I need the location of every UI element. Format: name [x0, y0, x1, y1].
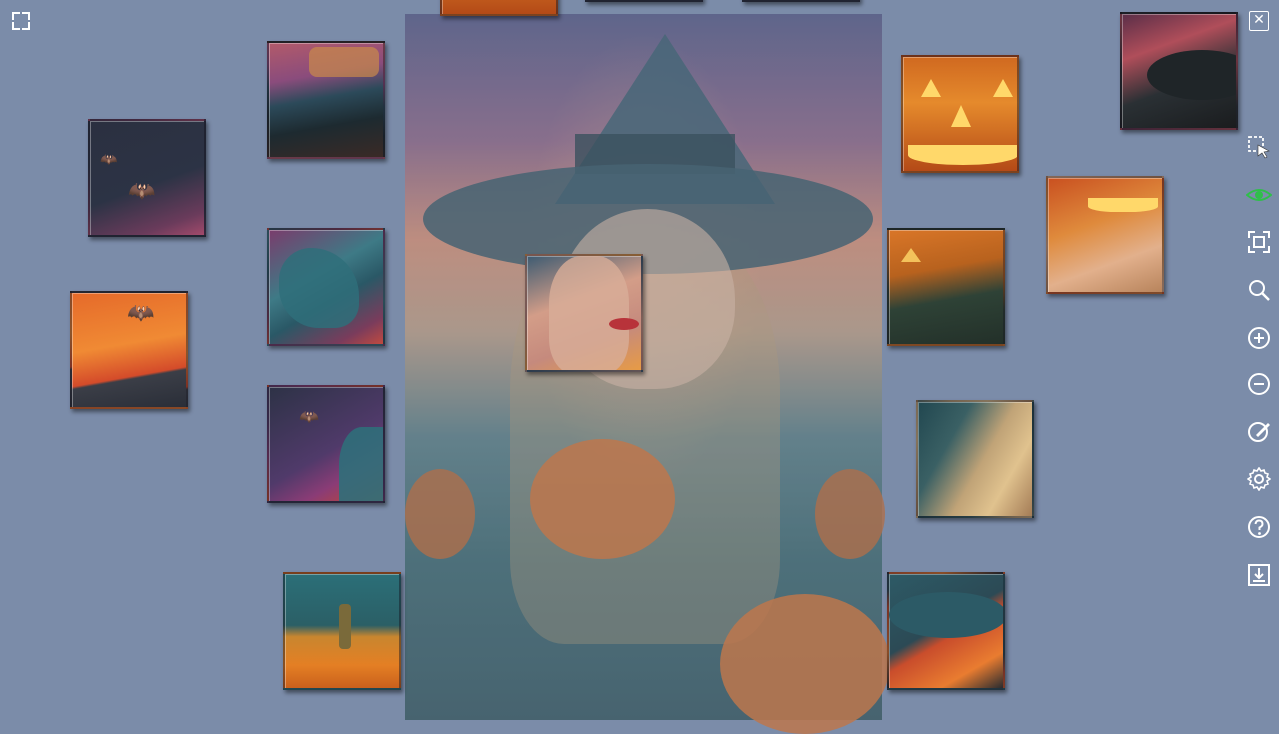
puzzle-piece[interactable]	[916, 400, 1034, 518]
gear-icon	[1247, 467, 1271, 491]
fit-to-screen-button[interactable]	[1246, 229, 1272, 255]
zoom-out-button[interactable]	[1246, 371, 1272, 397]
puzzle-piece[interactable]: 🦇	[267, 385, 385, 503]
preview-image-button[interactable]	[1246, 182, 1272, 208]
zoom-out-icon	[1248, 373, 1270, 395]
settings-button[interactable]	[1246, 466, 1272, 492]
fullscreen-icon[interactable]	[12, 12, 30, 30]
cursor-select-icon	[1248, 136, 1270, 159]
preview-pumpkin-held	[530, 439, 675, 559]
puzzle-piece[interactable]	[742, 0, 860, 2]
zoom-in-icon	[1248, 327, 1270, 349]
puzzle-piece[interactable]	[1120, 12, 1238, 130]
frame-icon	[1248, 231, 1270, 253]
puzzle-piece[interactable]: 🦇 🦇	[88, 119, 206, 237]
background-color-button[interactable]	[1246, 418, 1272, 444]
help-icon	[1248, 516, 1270, 538]
paint-brush-icon	[1248, 422, 1270, 442]
puzzle-piece[interactable]	[887, 572, 1005, 690]
puzzle-piece[interactable]	[525, 254, 643, 372]
puzzle-piece[interactable]	[585, 0, 703, 2]
search-button[interactable]	[1246, 277, 1272, 303]
puzzle-piece[interactable]	[440, 0, 558, 16]
zoom-in-button[interactable]	[1246, 325, 1272, 351]
save-button[interactable]	[1246, 562, 1272, 588]
select-pieces-button[interactable]	[1246, 134, 1272, 160]
puzzle-piece[interactable]	[267, 228, 385, 346]
puzzle-piece[interactable]	[901, 55, 1019, 173]
puzzle-piece[interactable]	[1046, 176, 1164, 294]
puzzle-piece[interactable]	[887, 228, 1005, 346]
preview-pumpkin-right	[815, 469, 885, 559]
puzzle-piece[interactable]: 🦇	[70, 291, 188, 409]
puzzle-piece[interactable]	[267, 41, 385, 159]
download-icon	[1248, 564, 1270, 586]
puzzle-piece[interactable]	[283, 572, 401, 690]
puzzle-board[interactable]	[405, 14, 890, 734]
help-button[interactable]	[1246, 514, 1272, 540]
preview-pumpkin-left	[405, 469, 475, 559]
eye-icon	[1246, 189, 1272, 201]
search-icon	[1249, 280, 1270, 301]
close-button[interactable]: ✕	[1249, 11, 1269, 31]
preview-pumpkin-bottom	[720, 594, 890, 734]
